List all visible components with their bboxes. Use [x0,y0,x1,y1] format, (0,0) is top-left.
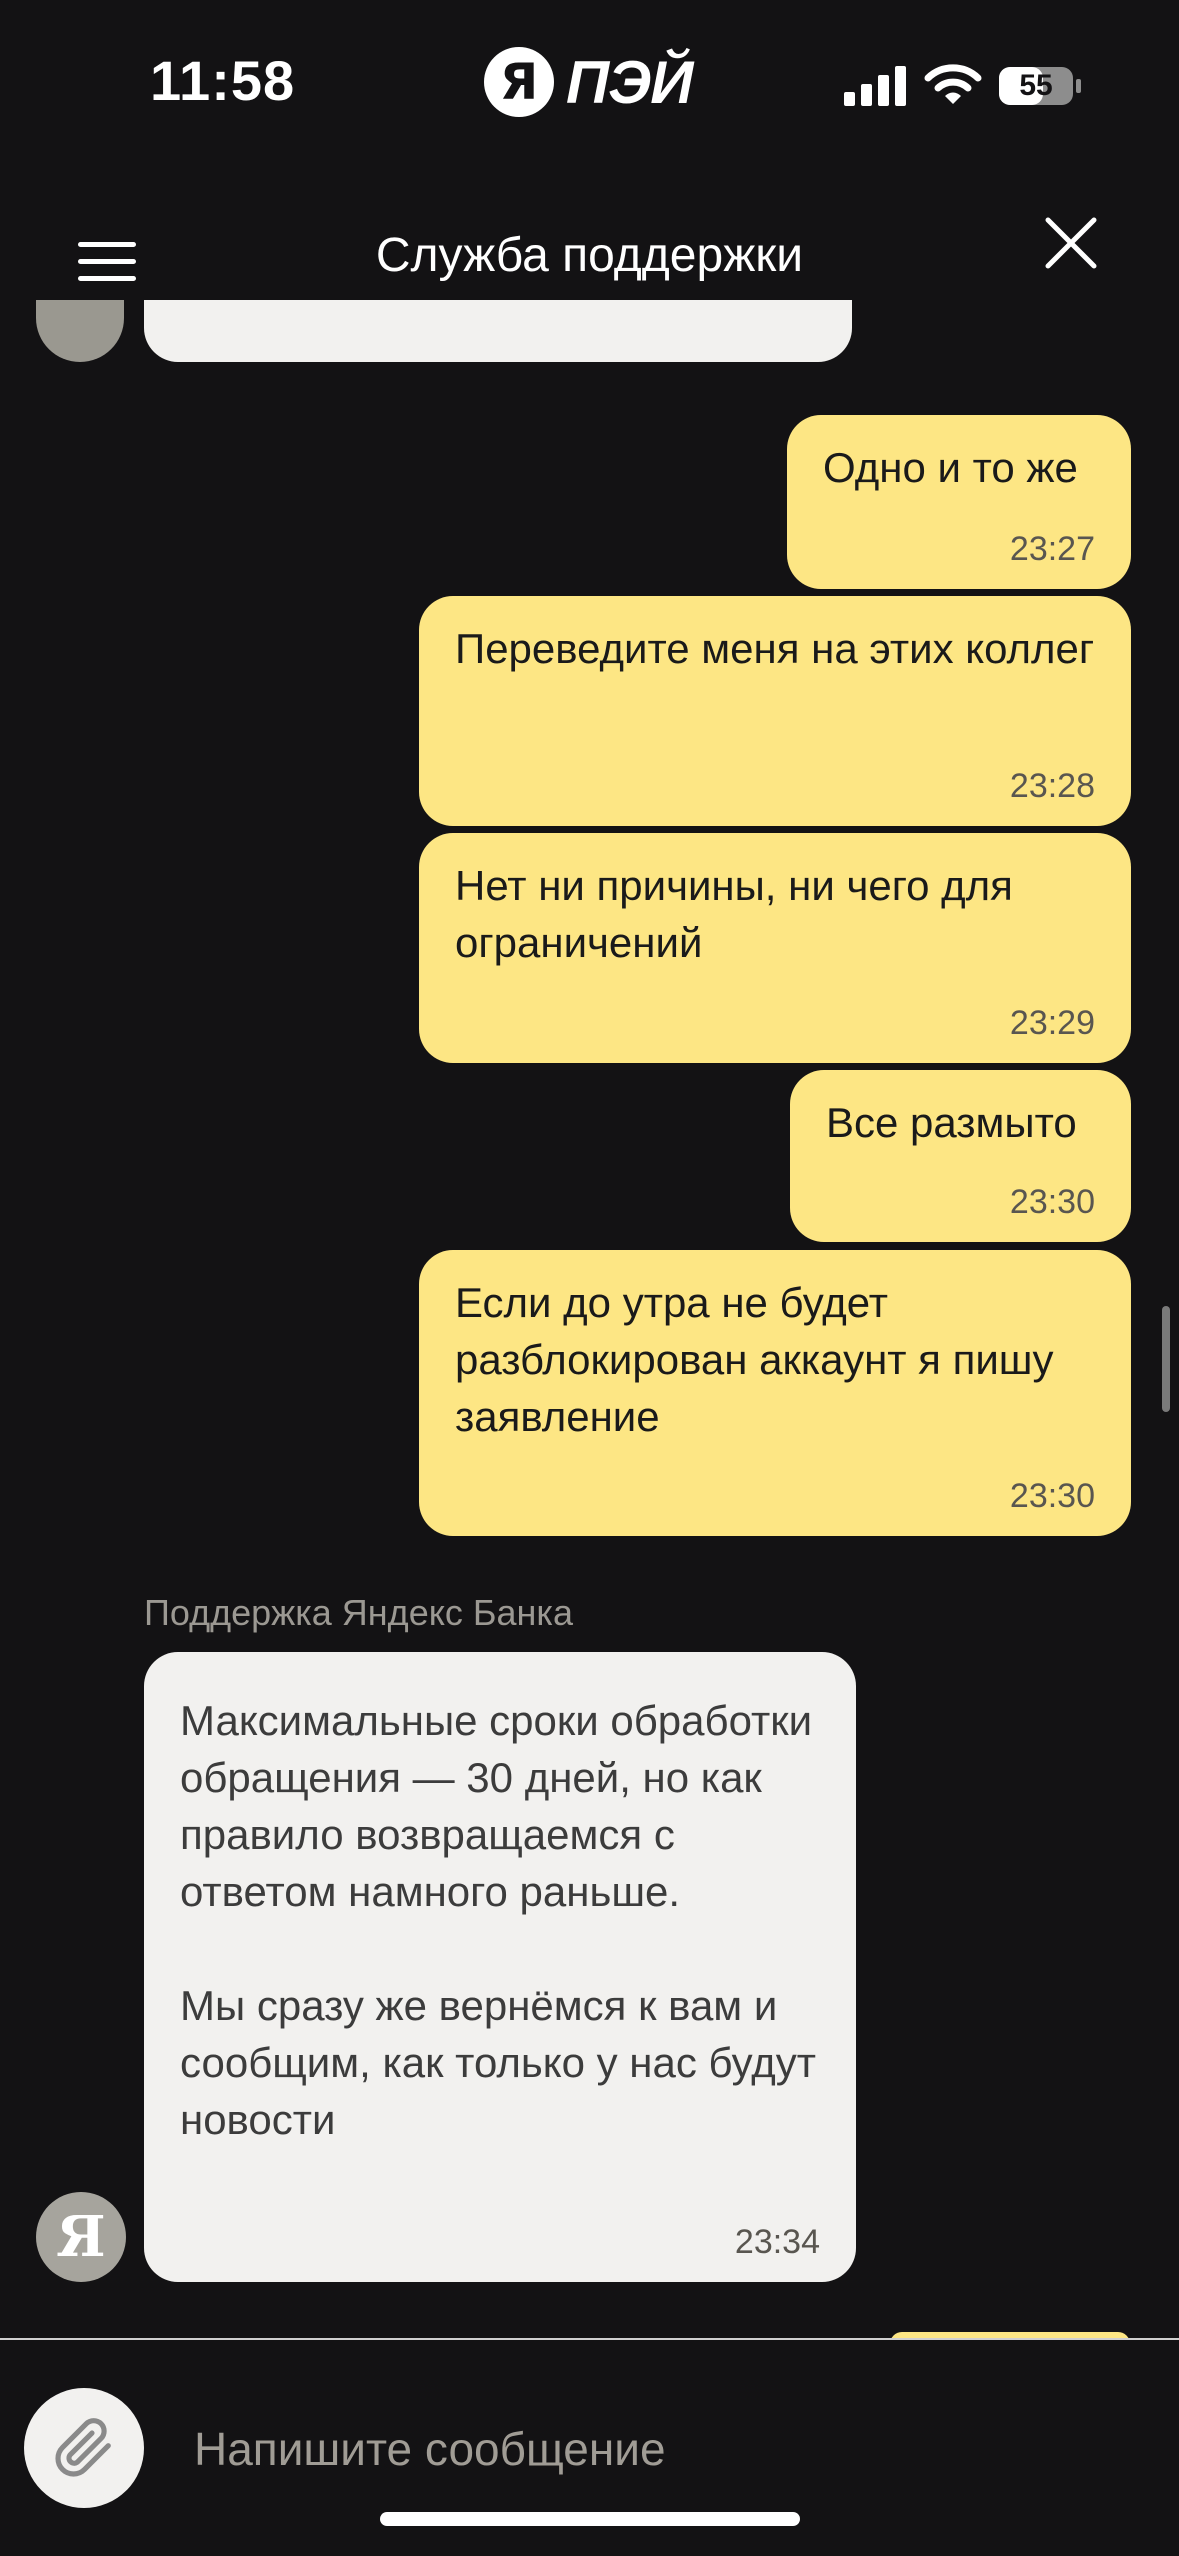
message-outgoing[interactable]: Одно и то же 23:27 [787,415,1131,589]
message-text: Одно и то же [823,444,1078,491]
composer-divider [0,2338,1179,2340]
paperclip-icon [55,2418,111,2477]
message-time: 23:29 [1009,1004,1095,1042]
message-outgoing[interactable]: Переведите меня на этих коллег 23:28 [419,596,1131,826]
battery-icon: 55 [998,66,1082,106]
message-outgoing[interactable]: Если до утра не будет разблокирован акка… [419,1250,1131,1536]
message-outgoing[interactable]: Все размыто 23:30 [790,1070,1131,1242]
support-avatar-partial [36,300,124,362]
message-incoming[interactable]: Максимальные сроки обработки обращения —… [144,1652,856,2282]
message-text: Переведите меня на этих коллег [455,625,1095,672]
message-time: 23:30 [1009,1183,1095,1221]
brand-logo: Я ПЭЙ [484,42,693,122]
page-title: Служба поддержки [375,229,804,282]
message-bubble-partial [144,300,852,362]
brand-logo-letter: Я [484,47,554,117]
support-avatar: Я [36,2192,126,2282]
message-time: 23:27 [1009,530,1095,568]
status-time: 11:58 [150,49,296,112]
battery-level: 55 [1019,69,1053,102]
message-time: 23:28 [1009,767,1095,805]
signal-icon [844,66,906,106]
message-time: 23:34 [734,2223,820,2261]
message-time: 23:30 [1009,1477,1095,1515]
message-input[interactable] [194,2412,1094,2486]
message-outgoing[interactable]: Нет ни причины, ни чего для ограничений … [419,833,1131,1063]
message-sender-name: Поддержка Яндекс Банка [144,1592,573,1633]
message-text: Максимальные сроки обработки обращения —… [180,1697,817,2143]
message-text: Если до утра не будет разблокирован акка… [455,1279,1054,1440]
attach-button[interactable] [24,2388,144,2508]
close-icon[interactable] [1040,212,1102,274]
brand-logo-text: ПЭЙ [566,48,693,116]
message-text: Нет ни причины, ни чего для ограничений [455,862,1013,966]
home-indicator [380,2512,800,2526]
message-text: Все размыто [826,1099,1077,1146]
chat-scrollbar[interactable] [1162,1306,1170,1412]
wifi-icon [924,64,982,104]
